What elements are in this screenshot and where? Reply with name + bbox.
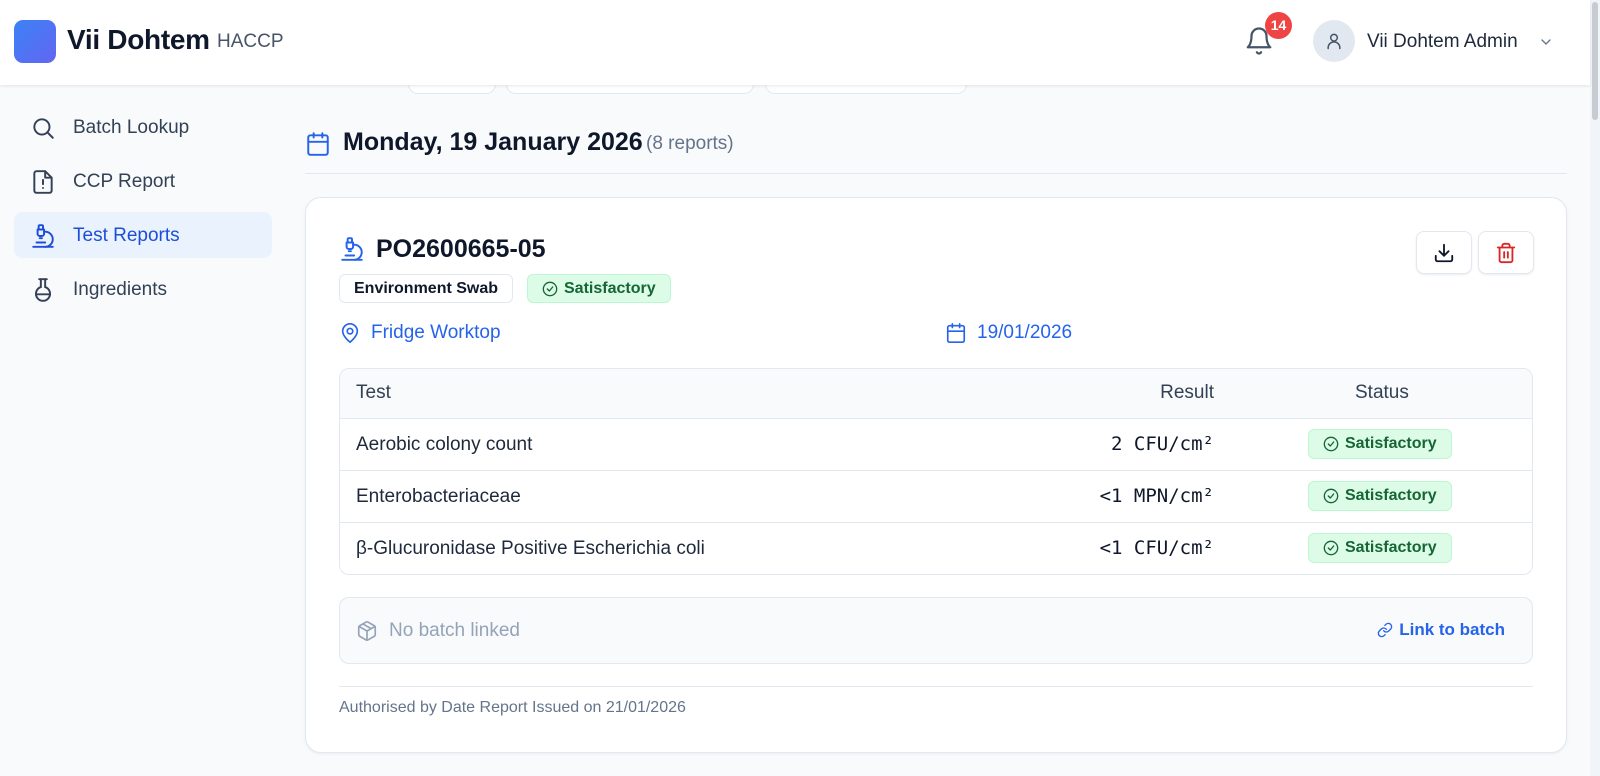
- flask-icon: [30, 277, 56, 303]
- link-to-batch-button[interactable]: Link to batch: [1377, 620, 1505, 640]
- report-type-badge: Environment Swab: [339, 274, 514, 303]
- sidebar-item-batch-lookup[interactable]: Batch Lookup: [14, 104, 272, 150]
- divider: [339, 686, 1533, 687]
- report-location[interactable]: Fridge Worktop: [371, 322, 501, 344]
- download-button[interactable]: [1416, 231, 1472, 274]
- report-status-badge: Satisfactory: [527, 274, 671, 303]
- test-result: <1 CFU/cm²: [1099, 537, 1214, 559]
- search-icon: [30, 115, 56, 141]
- user-avatar[interactable]: [1313, 20, 1355, 62]
- check-circle-icon: [1323, 436, 1339, 452]
- sidebar-item-test-reports[interactable]: Test Reports: [14, 212, 272, 258]
- test-result: 2 CFU/cm²: [1111, 433, 1214, 455]
- sidebar-item-label: Test Reports: [73, 225, 180, 246]
- user-icon: [1327, 33, 1341, 50]
- scrollbar-thumb[interactable]: [1592, 2, 1598, 120]
- chevron-down-icon[interactable]: [1538, 34, 1554, 50]
- table-row: Aerobic colony count 2 CFU/cm² Satisfact…: [340, 418, 1532, 470]
- column-header-status: Status: [1355, 382, 1409, 403]
- test-name: β-Glucuronidase Positive Escherichia col…: [356, 538, 705, 559]
- microscope-icon: [339, 235, 365, 263]
- check-circle-icon: [1323, 488, 1339, 504]
- status-text: Satisfactory: [564, 279, 656, 297]
- calendar-icon: [305, 130, 331, 158]
- column-header-result: Result: [1160, 382, 1214, 403]
- report-id: PO2600665-05: [376, 235, 546, 263]
- status-text: Satisfactory: [1345, 539, 1437, 556]
- test-result: <1 MPN/cm²: [1099, 485, 1214, 507]
- trash-icon: [1496, 242, 1516, 263]
- table-header: Test Result Status: [340, 369, 1532, 418]
- file-alert-icon: [30, 169, 56, 195]
- app-logo[interactable]: [14, 20, 56, 63]
- date-group-count: (8 reports): [646, 133, 734, 154]
- sidebar-item-label: Ingredients: [73, 279, 168, 300]
- calendar-icon: [945, 322, 967, 344]
- sidebar-item-ingredients[interactable]: Ingredients: [14, 266, 272, 312]
- download-icon: [1434, 243, 1454, 262]
- column-header-test: Test: [356, 382, 391, 403]
- status-text: Satisfactory: [1345, 487, 1437, 504]
- link-icon: [1377, 622, 1393, 638]
- row-status-badge: Satisfactory: [1308, 429, 1452, 459]
- status-text: Satisfactory: [1345, 435, 1437, 452]
- test-name: Aerobic colony count: [356, 434, 533, 455]
- row-status-badge: Satisfactory: [1308, 533, 1452, 563]
- row-status-badge: Satisfactory: [1308, 481, 1452, 511]
- microscope-icon: [30, 223, 56, 249]
- authorised-note: Authorised by Date Report Issued on 21/0…: [339, 699, 686, 716]
- results-table: Test Result Status Aerobic colony count …: [339, 368, 1533, 575]
- sidebar-item-ccp-report[interactable]: CCP Report: [14, 158, 272, 204]
- table-row: β-Glucuronidase Positive Escherichia col…: [340, 522, 1532, 574]
- sidebar-item-label: Batch Lookup: [73, 117, 190, 138]
- report-date[interactable]: 19/01/2026: [977, 322, 1072, 344]
- check-circle-icon: [1323, 540, 1339, 556]
- link-to-batch-label: Link to batch: [1399, 620, 1505, 639]
- table-row: Enterobacteriaceae <1 MPN/cm² Satisfacto…: [340, 470, 1532, 522]
- check-circle-icon: [542, 281, 558, 296]
- user-menu-name[interactable]: Vii Dohtem Admin: [1367, 31, 1518, 53]
- top-header: Vii Dohtem HACCP 14 Vii Dohtem Admin: [0, 0, 1590, 85]
- notification-count-badge[interactable]: 14: [1265, 12, 1292, 39]
- map-pin-icon: [339, 321, 361, 345]
- batch-link-panel: No batch linked Link to batch: [339, 597, 1533, 664]
- delete-button[interactable]: [1478, 231, 1534, 274]
- brand-subtitle: HACCP: [217, 31, 284, 52]
- package-icon: [356, 620, 378, 642]
- sidebar-item-label: CCP Report: [73, 171, 176, 192]
- brand-name[interactable]: Vii Dohtem: [67, 24, 210, 56]
- no-batch-text: No batch linked: [389, 620, 520, 641]
- divider: [305, 173, 1567, 174]
- date-group-title: Monday, 19 January 2026: [343, 128, 643, 156]
- test-name: Enterobacteriaceae: [356, 486, 521, 507]
